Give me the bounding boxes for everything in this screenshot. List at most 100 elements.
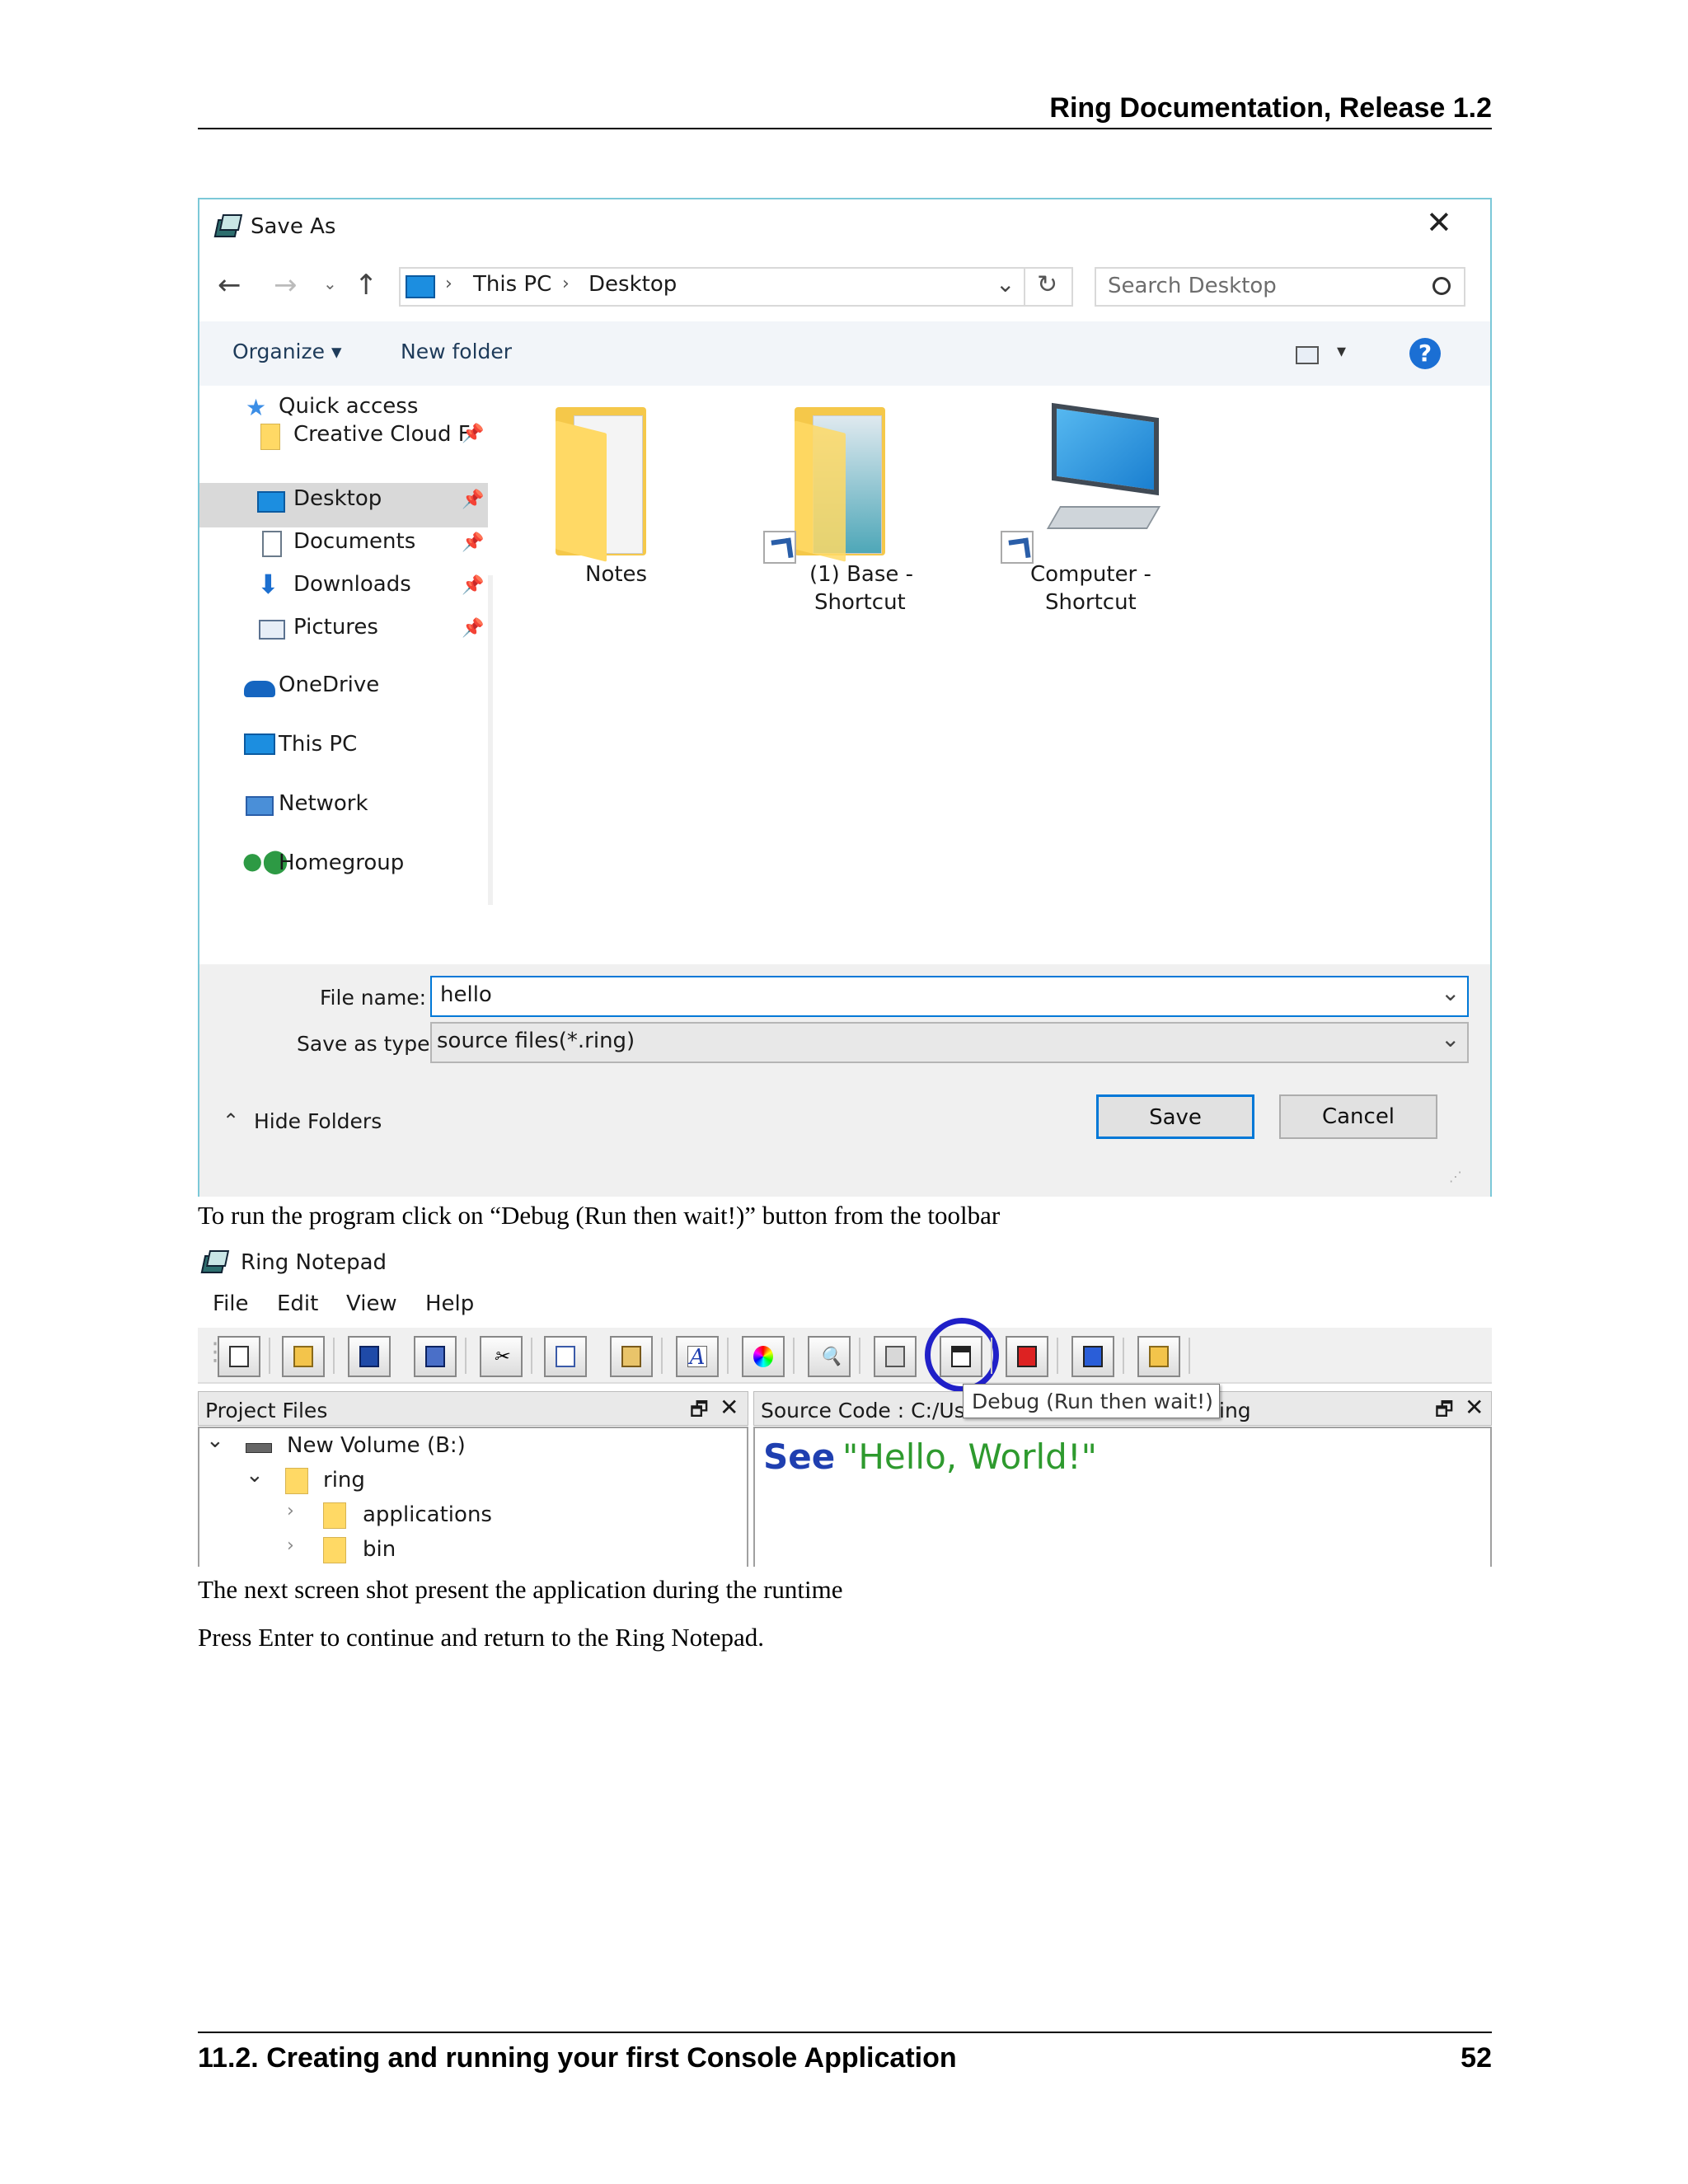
run-red-icon [1017,1346,1037,1367]
address-bar[interactable]: › This PC › Desktop ⌄ [399,267,1025,307]
new-file-button[interactable] [218,1336,260,1377]
open-folder-button[interactable] [1137,1336,1180,1377]
view-dropdown-icon[interactable]: ▾ [1337,341,1346,362]
run-button[interactable] [1006,1336,1048,1377]
file-name-field[interactable]: hello ⌄ [430,976,1469,1017]
hide-folders-button[interactable]: Hide Folders [254,1109,382,1133]
search-icon [1432,277,1451,295]
run-gui-button[interactable] [1071,1336,1114,1377]
breadcrumb-desktop[interactable]: Desktop [588,272,677,297]
source-code-editor[interactable]: See "Hello, World!" [753,1427,1492,1567]
folder-icon [260,424,280,450]
copy-button[interactable] [544,1336,587,1377]
chevron-down-icon[interactable]: ⌄ [1441,979,1460,1006]
pin-icon[interactable]: 📌 [462,532,484,553]
chevron-down-icon[interactable]: ⌄ [246,1463,264,1488]
nav-item-pictures[interactable]: Pictures [293,615,378,640]
menu-view[interactable]: View [346,1291,397,1316]
nav-item-documents[interactable]: Documents [293,529,415,554]
nav-item-downloads[interactable]: Downloads [293,572,411,597]
folder-icon[interactable] [795,407,885,562]
open-file-button[interactable] [282,1336,325,1377]
file-name-label: File name: [320,986,427,1010]
save-options-pane: File name: hello ⌄ Save as type: source … [199,964,1490,1197]
nav-item-desktop[interactable]: Desktop [293,486,382,511]
chevron-up-icon[interactable]: ⌃ [223,1109,239,1132]
file-item-computer-shortcut-line1[interactable]: Computer - [1030,562,1151,587]
computer-monitor-icon[interactable] [1052,402,1159,496]
refresh-button[interactable]: ↻ [1025,267,1073,307]
nav-this-pc[interactable]: This PC [279,732,357,757]
cut-button[interactable]: ✂ [480,1336,523,1377]
chevron-down-icon[interactable]: ⌄ [1441,1025,1460,1052]
save-type-select[interactable]: source files(*.ring) ⌄ [430,1022,1469,1063]
tree-item-ring[interactable]: ring [323,1468,365,1493]
tree-item-applications[interactable]: applications [363,1502,492,1527]
running-header: Ring Documentation, Release 1.2 [1049,92,1492,124]
file-item-notes[interactable]: Notes [585,562,647,587]
run-gui-icon [1083,1346,1103,1367]
folder-icon[interactable] [556,407,646,562]
save-button[interactable]: Save [1096,1094,1254,1139]
new-folder-button[interactable]: New folder [401,340,512,363]
this-pc-icon [406,275,435,298]
help-icon[interactable]: ? [1409,338,1441,369]
file-item-computer-shortcut-line2[interactable]: Shortcut [1045,590,1137,615]
close-icon[interactable]: ✕ [1465,1394,1484,1421]
float-dock-icon[interactable]: 🗗 [690,1395,709,1429]
nav-onedrive[interactable]: OneDrive [279,673,379,697]
chevron-down-icon[interactable]: ⌄ [206,1428,224,1453]
project-files-title: Project Files [205,1399,328,1422]
color-button[interactable] [742,1336,785,1377]
command-bar: Organize ▾ New folder ▾ ? [199,321,1490,386]
organize-menu[interactable]: Organize ▾ [232,340,342,363]
file-item-base-shortcut-line1[interactable]: (1) Base - [809,562,913,587]
file-item-base-shortcut-line2[interactable]: Shortcut [814,590,906,615]
pin-icon[interactable]: 📌 [462,424,484,444]
pictures-icon [259,620,285,640]
chevron-right-icon[interactable]: › [287,1535,294,1556]
download-arrow-icon: ⬇ [257,569,279,600]
refresh-icon: ↻ [1037,270,1058,299]
nav-scrollbar[interactable] [488,575,493,905]
breadcrumb-this-pc[interactable]: This PC [473,272,551,297]
recent-dropdown-icon[interactable]: ⌄ [323,274,337,293]
shortcut-arrow-icon [763,531,796,564]
pin-icon[interactable]: 📌 [462,575,484,596]
menu-file[interactable]: File [213,1291,249,1316]
page-number: 52 [1461,2042,1492,2074]
save-button[interactable] [348,1336,391,1377]
search-input[interactable]: Search Desktop [1095,267,1465,307]
save-as-button[interactable] [414,1336,457,1377]
close-icon[interactable]: ✕ [1426,204,1452,241]
paste-button[interactable] [610,1336,653,1377]
nav-quick-access[interactable]: Quick access [279,394,418,419]
up-arrow-icon[interactable]: ↑ [354,269,378,302]
nav-item-creative-cloud[interactable]: Creative Cloud F [293,422,471,447]
chevron-down-icon: ▾ [331,340,342,363]
save-as-dialog: Save As ✕ ← → ⌄ ↑ › This PC › Desktop ⌄ … [198,198,1492,1197]
nav-network[interactable]: Network [279,791,368,816]
tree-item-bin[interactable]: bin [363,1537,396,1562]
notepad-title: Ring Notepad [241,1250,387,1275]
menu-help[interactable]: Help [425,1291,474,1316]
float-dock-icon[interactable]: 🗗 [1435,1395,1454,1429]
back-arrow-icon[interactable]: ← [218,269,241,302]
pin-icon[interactable]: 📌 [462,618,484,639]
forward-arrow-icon[interactable]: → [274,269,298,302]
print-button[interactable] [874,1336,917,1377]
view-options-icon[interactable] [1296,346,1319,364]
cancel-button[interactable]: Cancel [1279,1094,1437,1139]
tree-item-new-volume[interactable]: New Volume (B:) [287,1433,466,1458]
nav-homegroup[interactable]: Homegroup [279,851,404,875]
menu-edit[interactable]: Edit [277,1291,318,1316]
close-icon[interactable]: ✕ [720,1394,738,1421]
pin-icon[interactable]: 📌 [462,490,484,510]
find-button[interactable]: 🔍 [808,1336,851,1377]
chevron-right-icon[interactable]: › [287,1501,294,1521]
project-files-header: Project Files 🗗 ✕ [198,1391,748,1426]
resize-grip-icon[interactable]: ⋰ [1449,1169,1462,1184]
font-button[interactable]: A [676,1336,719,1377]
address-dropdown-icon[interactable]: ⌄ [996,270,1015,298]
code-keyword: See [763,1436,836,1477]
